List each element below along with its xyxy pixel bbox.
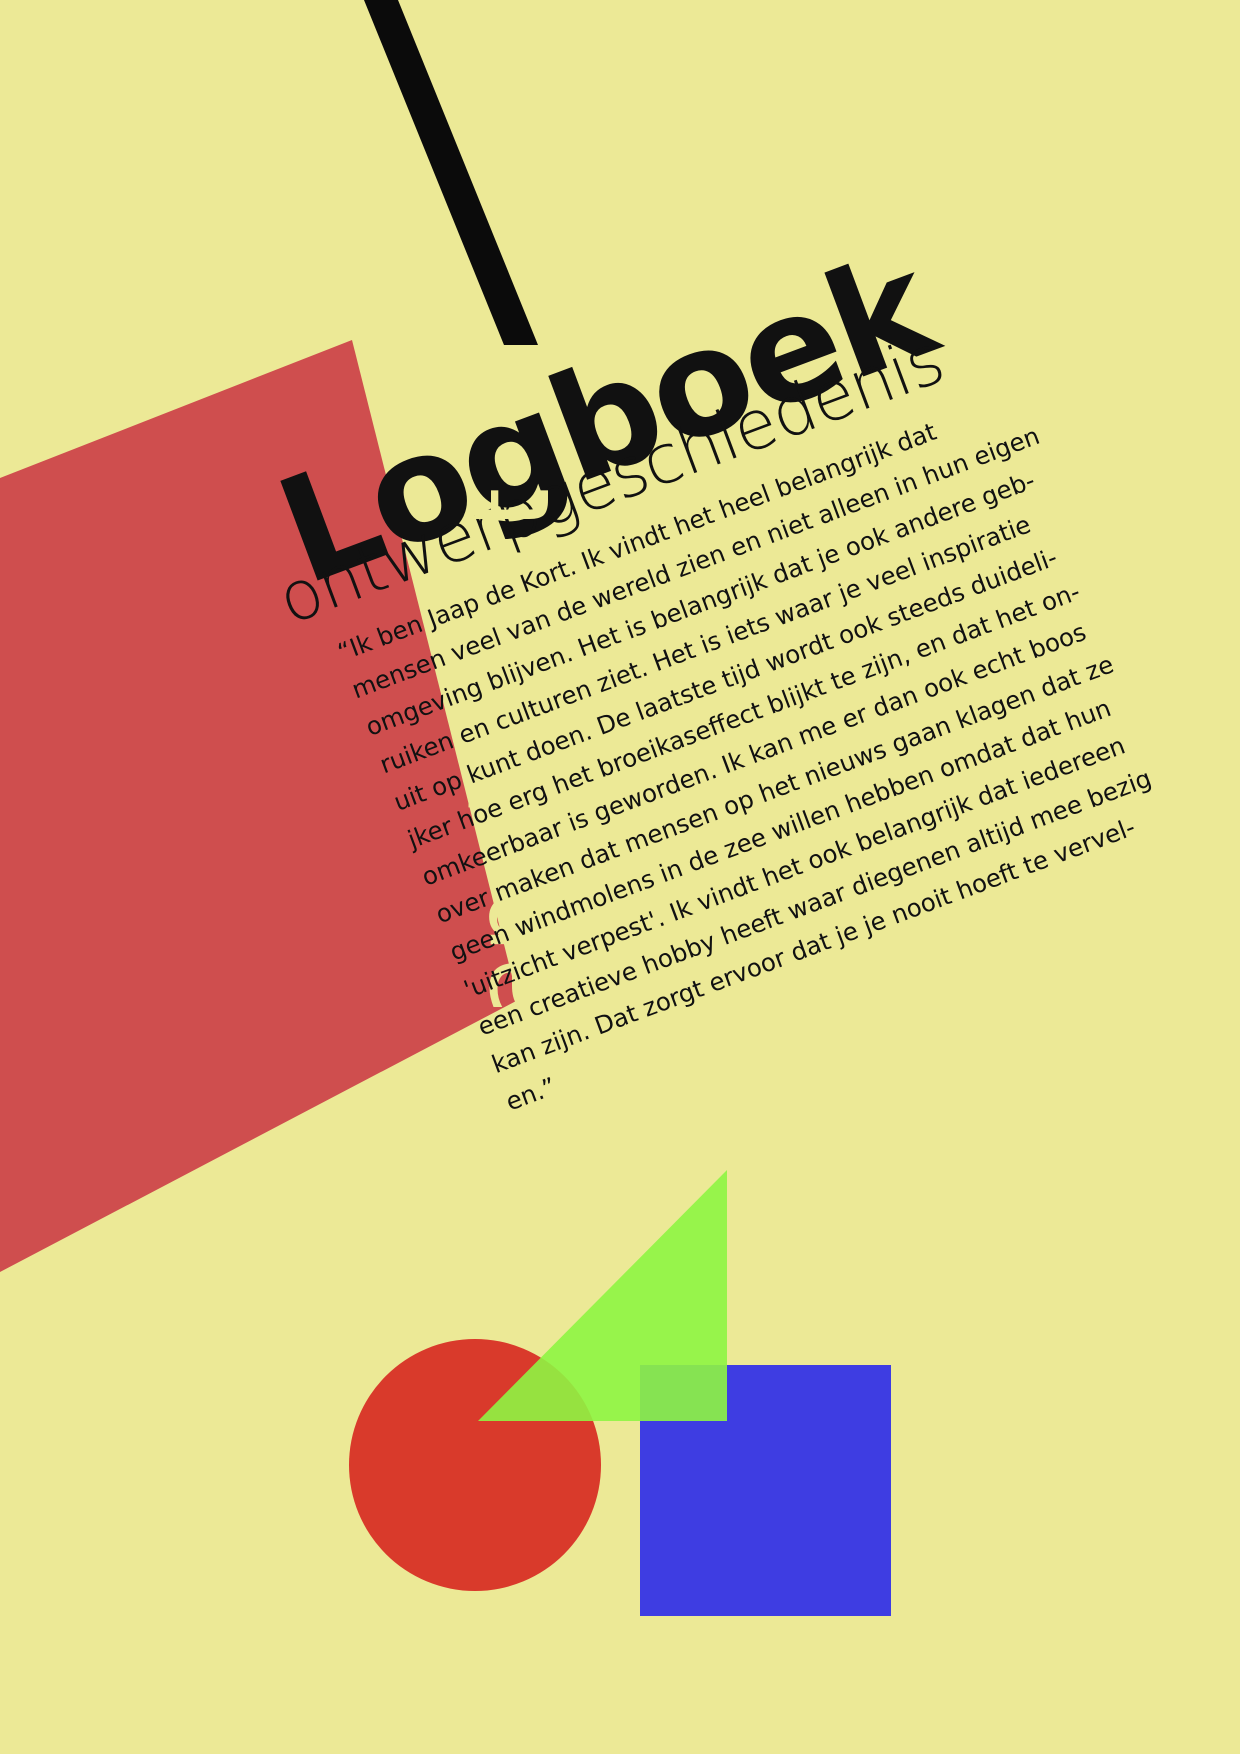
geometric-shapes [349,1170,891,1616]
poster: Logboek ontwerpgeschiedenis jaap de kort… [0,0,1240,1754]
